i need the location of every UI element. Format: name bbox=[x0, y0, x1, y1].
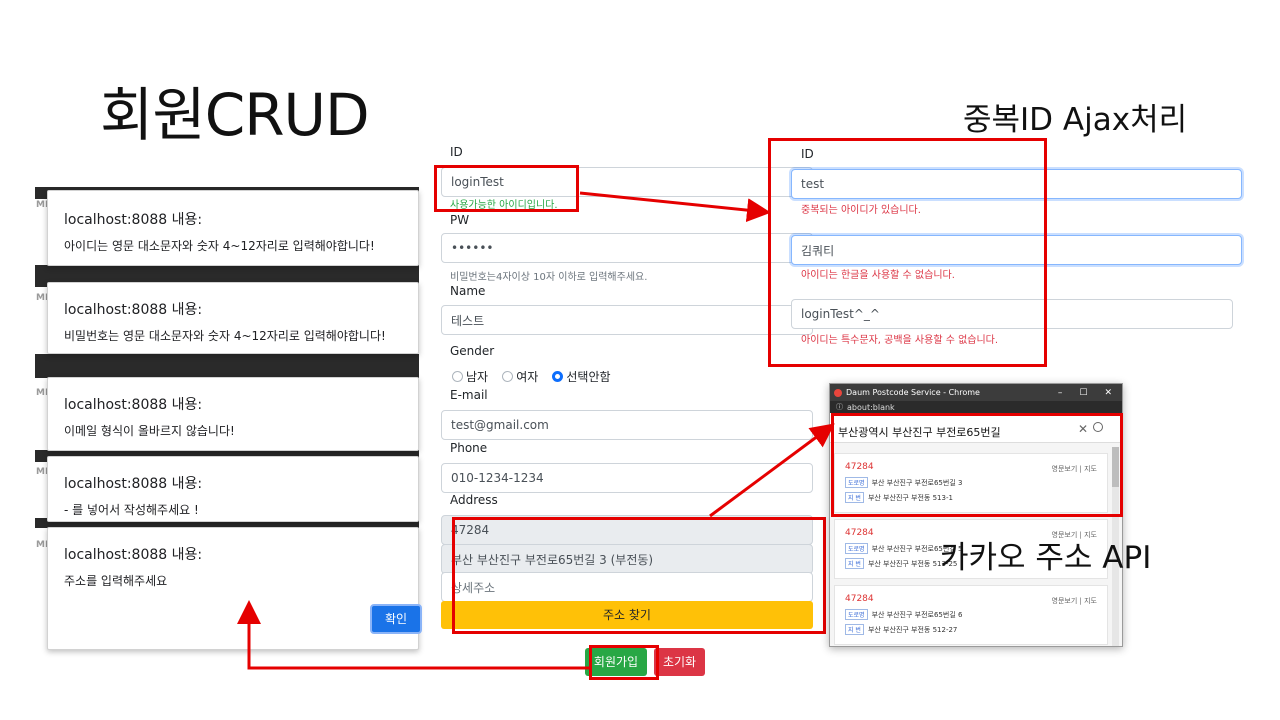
annotation-arrows bbox=[237, 191, 835, 670]
arrow-signup-to-alerts bbox=[237, 600, 590, 670]
arrow-address-to-postcode bbox=[709, 423, 835, 518]
arrow-id-to-duplicate bbox=[579, 191, 771, 223]
